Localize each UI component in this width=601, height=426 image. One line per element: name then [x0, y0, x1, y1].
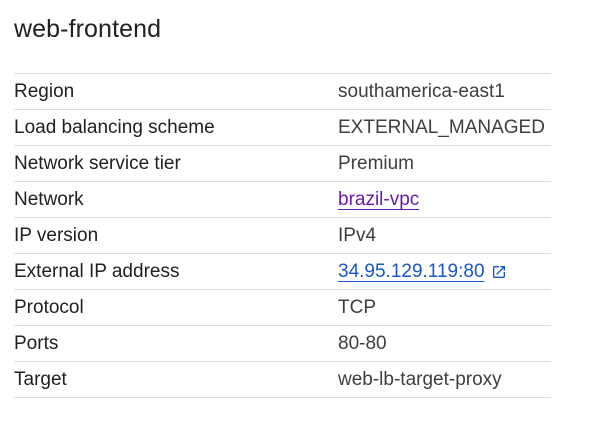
row-value-lb-scheme: EXTERNAL_MANAGED — [338, 116, 545, 138]
row-label-network: Network — [14, 188, 84, 210]
row-value-network-cell: brazil-vpc — [338, 189, 419, 211]
row-label-protocol: Protocol — [14, 296, 84, 318]
table-row-network: Network brazil-vpc — [14, 182, 551, 218]
table-row-ports: Ports 80-80 — [14, 326, 551, 362]
row-value-ports: 80-80 — [338, 332, 387, 354]
row-label-target: Target — [14, 368, 67, 390]
table-row-target: Target web-lb-target-proxy — [14, 362, 551, 398]
table-row-ip-version: IP version IPv4 — [14, 218, 551, 254]
row-value-protocol: TCP — [338, 296, 376, 318]
network-link[interactable]: brazil-vpc — [338, 189, 419, 211]
row-label-external-ip: External IP address — [14, 260, 180, 282]
table-row-network-tier: Network service tier Premium — [14, 146, 551, 182]
row-label-network-tier: Network service tier — [14, 152, 181, 174]
row-label-lb-scheme: Load balancing scheme — [14, 116, 215, 138]
row-label-ip-version: IP version — [14, 224, 99, 246]
table-row-region: Region southamerica-east1 — [14, 74, 551, 110]
details-table: Region southamerica-east1 Load balancing… — [14, 73, 551, 398]
table-row-external-ip: External IP address 34.95.129.119:80 — [14, 254, 551, 290]
row-value-ip-version: IPv4 — [338, 224, 377, 246]
row-value-network-tier: Premium — [338, 152, 415, 174]
page-title: web-frontend — [14, 15, 162, 43]
row-value-target: web-lb-target-proxy — [338, 368, 502, 390]
table-row-protocol: Protocol TCP — [14, 290, 551, 326]
row-label-region: Region — [14, 80, 75, 102]
row-value-external-ip-cell: 34.95.129.119:80 — [338, 261, 507, 283]
row-label-ports: Ports — [14, 332, 59, 354]
table-row-lb-scheme: Load balancing scheme EXTERNAL_MANAGED — [14, 110, 551, 146]
open-in-new-icon[interactable] — [491, 264, 507, 280]
row-value-region: southamerica-east1 — [338, 80, 505, 102]
external-ip-link[interactable]: 34.95.129.119:80 — [338, 261, 485, 283]
